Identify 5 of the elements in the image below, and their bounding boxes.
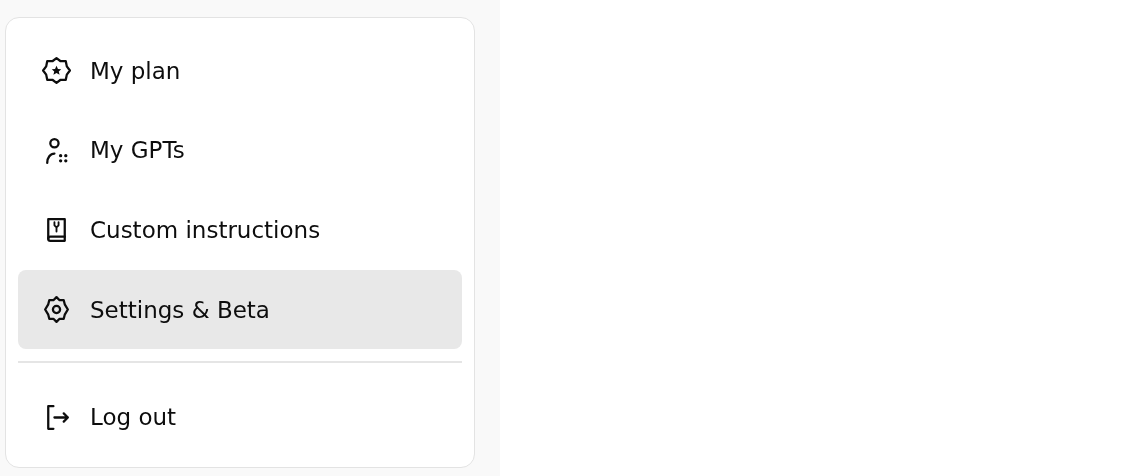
menu-item[interactable]: My plan xyxy=(18,31,462,111)
menu-item[interactable]: My GPTs xyxy=(18,110,462,191)
menu-item[interactable]: Log out xyxy=(18,377,462,458)
menu-item[interactable]: Settings & Beta xyxy=(18,269,462,350)
menu-item[interactable]: Custom instructions xyxy=(18,190,462,270)
